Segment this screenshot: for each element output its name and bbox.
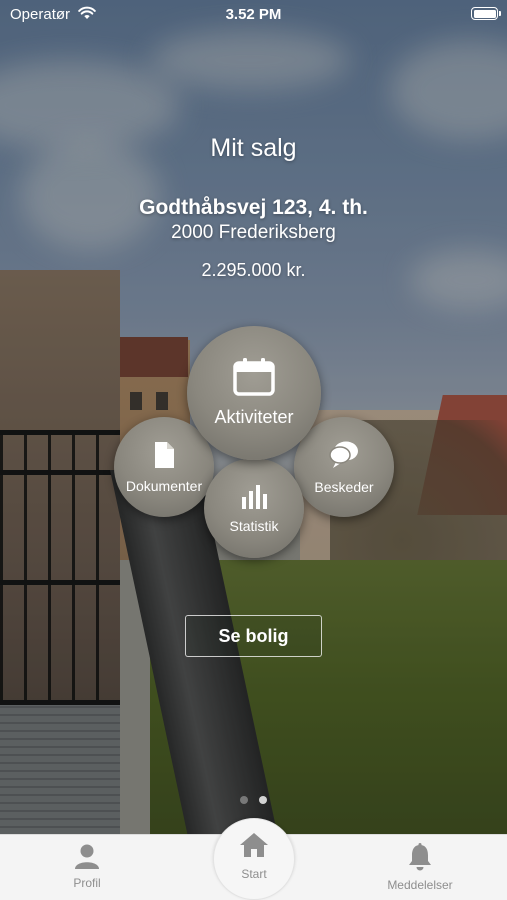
sale-price: 2.295.000 kr.	[201, 260, 306, 280]
battery-icon	[471, 7, 501, 20]
page-title: Mit salg	[210, 134, 297, 162]
tab-profil-label: Profil	[73, 876, 101, 890]
bell-icon	[407, 843, 433, 874]
chat-bubble-icon	[328, 440, 360, 475]
page-dot-2[interactable]	[259, 796, 267, 804]
page-dot-1[interactable]	[240, 796, 248, 804]
beskeder-button[interactable]: Beskeder	[294, 417, 394, 517]
statistik-label: Statistik	[229, 517, 279, 534]
tab-start[interactable]: Start	[213, 818, 295, 900]
tab-meddelelser-label: Meddelelser	[387, 878, 453, 892]
home-icon	[239, 832, 269, 861]
calendar-icon	[233, 358, 275, 401]
tab-start-label: Start	[241, 866, 267, 881]
dokumenter-label: Dokumenter	[125, 477, 203, 494]
beskeder-label: Beskeder	[314, 478, 374, 495]
tab-meddelelser[interactable]: Meddelelser	[365, 843, 475, 892]
aktiviteter-button[interactable]: Aktiviteter	[187, 326, 321, 460]
clock: 3.52 PM	[225, 6, 282, 23]
bar-chart-icon	[240, 483, 268, 514]
page-indicator[interactable]	[240, 796, 267, 804]
address-city: 2000 Frederiksberg	[171, 222, 336, 243]
see-property-button[interactable]: Se bolig	[185, 615, 322, 657]
aktiviteter-label: Aktiviteter	[214, 407, 294, 427]
address-street: Godthåbsvej 123, 4. th.	[139, 196, 368, 219]
document-icon	[153, 441, 175, 474]
tab-profil[interactable]: Profil	[32, 843, 142, 890]
person-icon	[74, 844, 100, 872]
status-bar: Operatør 3.52 PM	[0, 0, 507, 30]
statistik-button[interactable]: Statistik	[204, 458, 304, 558]
